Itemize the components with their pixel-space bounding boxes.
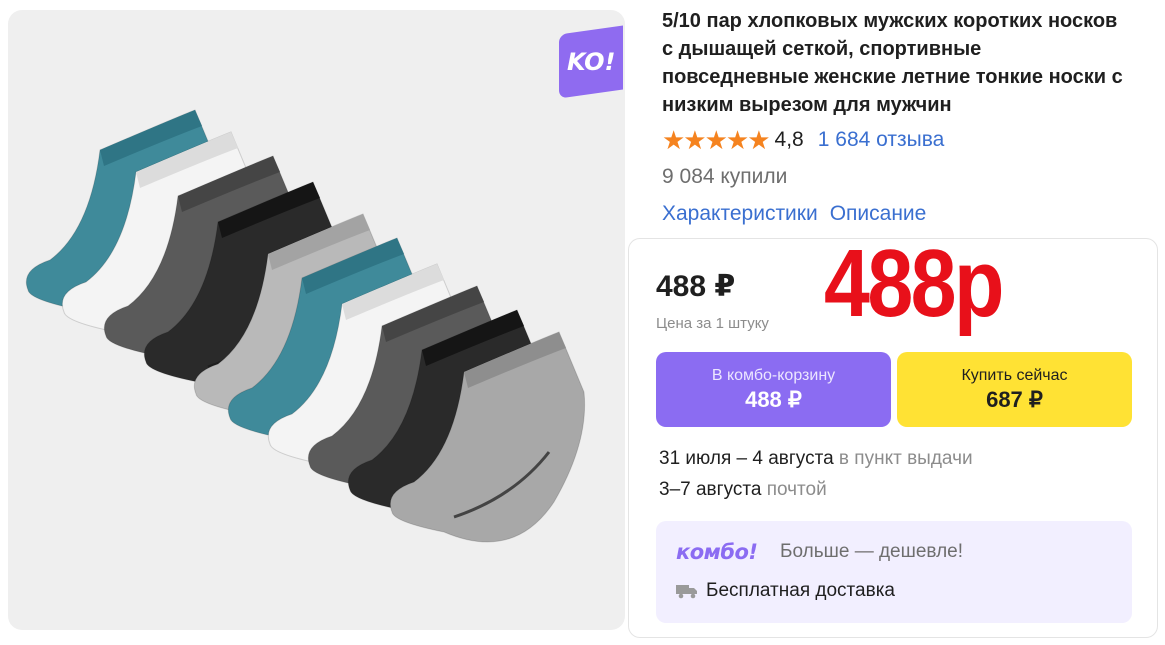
price-note: Цена за 1 штуку [656,315,769,332]
tab-description[interactable]: Описание [830,202,927,226]
add-to-combo-cart-button[interactable]: В комбо-корзину 488 ₽ [656,352,891,427]
combo-logo: комбо! [676,540,758,564]
delivery-option-pickup: 31 июля – 4 августа в пункт выдачи [659,448,973,470]
delivery-option-post: 3–7 августа почтой [659,479,827,501]
delivery-method: в пункт выдачи [838,448,973,469]
combo-text: Больше — дешевле! [780,541,964,562]
buy-button-label: Купить сейчас [961,366,1068,384]
product-image-gallery[interactable]: KO! [8,10,625,630]
product-title: 5/10 пар хлопковых мужских коротких носк… [662,10,1123,116]
buy-now-button[interactable]: Купить сейчас 687 ₽ [897,352,1132,427]
overlay-price: 488р [824,230,1004,337]
product-photo-socks [25,109,586,543]
reviews-link[interactable]: 1 684 отзыва [818,128,945,152]
product-tabs: Характеристики Описание [662,202,926,226]
combo-promo[interactable]: комбо! Больше — дешевле! Бесплатная дост… [656,521,1132,623]
buy-button-price: 687 ₽ [986,386,1043,412]
combo-button-price: 488 ₽ [745,386,802,412]
delivery-method: почтой [766,479,827,500]
rating-value: 4,8 [774,128,804,151]
ko-badge: KO! [559,25,623,99]
rating-row: ★★★★★ 4,8 1 684 отзыва [662,126,944,154]
bought-count: 9 084 купили [662,165,788,188]
delivery-date: 3–7 августа [659,479,762,500]
delivery-date: 31 июля – 4 августа [659,448,834,469]
tab-characteristics[interactable]: Характеристики [662,202,818,226]
price: 488 ₽ [656,270,736,303]
combo-button-label: В комбо-корзину [711,366,836,384]
star-icon: ★★★★★ [662,125,771,155]
free-delivery-label: Бесплатная доставка [706,580,895,601]
truck-icon [676,585,697,599]
free-delivery: Бесплатная доставка [676,580,895,602]
buy-card: 488 ₽ Цена за 1 штуку 488р В комбо-корзи… [628,230,1158,638]
